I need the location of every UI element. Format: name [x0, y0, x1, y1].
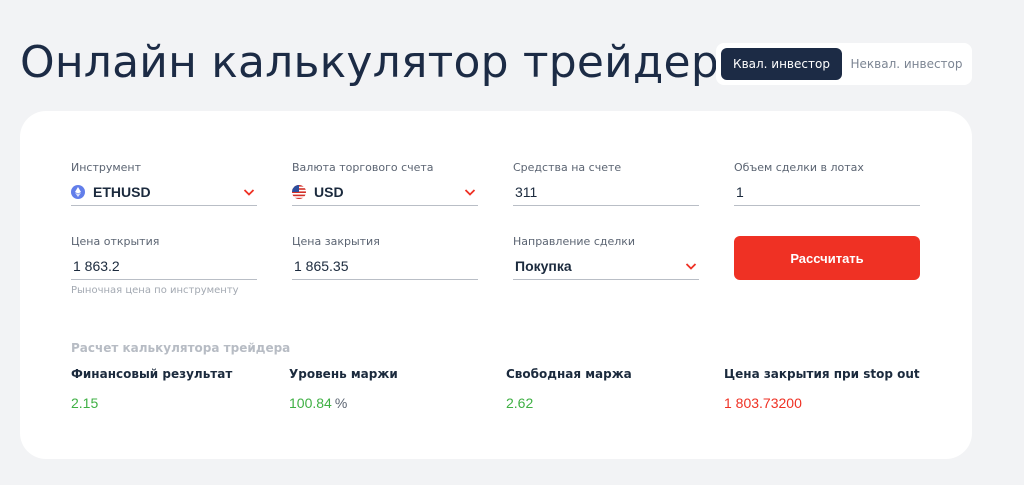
- margin-level-label: Уровень маржи: [289, 367, 398, 381]
- currency-value: USD: [314, 184, 344, 200]
- currency-label: Валюта торгового счета: [292, 161, 434, 174]
- stop-out-price-label: Цена закрытия при stop out: [724, 367, 920, 381]
- close-price-field: Цена закрытия: [292, 235, 478, 280]
- direction-label: Направление сделки: [513, 235, 636, 248]
- instrument-select[interactable]: ETHUSD: [71, 179, 257, 206]
- results-section-title: Расчет калькулятора трейдера: [71, 341, 291, 355]
- free-margin: Свободная маржа 2.62: [506, 367, 632, 411]
- direction-select[interactable]: Покупка: [513, 253, 699, 280]
- chevron-down-icon: [464, 189, 476, 196]
- financial-result-label: Финансовый результат: [71, 367, 233, 381]
- free-margin-value: 2.62: [506, 395, 534, 411]
- qualified-investor-tab[interactable]: Квал. инвестор: [721, 48, 842, 80]
- calculate-button[interactable]: Рассчитать: [734, 236, 920, 280]
- funds-input[interactable]: [513, 184, 699, 200]
- direction-value: Покупка: [515, 258, 572, 274]
- lots-label: Объем сделки в лотах: [734, 161, 864, 174]
- calculator-card: Инструмент ETHUSD Валюта торгового счета: [20, 111, 972, 459]
- financial-result-value: 2.15: [71, 395, 99, 411]
- open-price-hint: Рыночная цена по инструменту: [71, 285, 239, 296]
- margin-level: Уровень маржи 100.84%: [289, 367, 398, 411]
- margin-level-unit: %: [334, 395, 348, 411]
- free-margin-label: Свободная маржа: [506, 367, 632, 381]
- instrument-value: ETHUSD: [93, 184, 151, 200]
- us-flag-icon: [292, 185, 306, 199]
- page-title: Онлайн калькулятор трейдера: [20, 37, 747, 88]
- currency-field: Валюта торгового счета USD: [292, 161, 478, 206]
- instrument-label: Инструмент: [71, 161, 142, 174]
- funds-field: Средства на счете: [513, 161, 699, 206]
- open-price-input[interactable]: [71, 258, 257, 274]
- lots-field: Объем сделки в лотах: [734, 161, 920, 206]
- stop-out-price-value: 1 803.73200: [724, 395, 802, 411]
- chevron-down-icon: [685, 263, 697, 270]
- open-price-label: Цена открытия: [71, 235, 160, 248]
- direction-field: Направление сделки Покупка: [513, 235, 699, 280]
- financial-result: Финансовый результат 2.15: [71, 367, 232, 411]
- open-price-field: Цена открытия Рыночная цена по инструмен…: [71, 235, 257, 296]
- chevron-down-icon: [243, 189, 255, 196]
- close-price-label: Цена закрытия: [292, 235, 380, 248]
- currency-select[interactable]: USD: [292, 179, 478, 206]
- unqualified-investor-tab[interactable]: Неквал. инвестор: [846, 48, 967, 80]
- investor-type-toggle: Квал. инвестор Неквал. инвестор: [716, 43, 972, 85]
- lots-input[interactable]: [734, 184, 920, 200]
- ethereum-icon: [71, 185, 85, 199]
- page: Онлайн калькулятор трейдера Квал. инвест…: [0, 0, 1024, 485]
- close-price-input[interactable]: [292, 258, 478, 274]
- margin-level-value: 100.84: [289, 395, 332, 411]
- instrument-field: Инструмент ETHUSD: [71, 161, 257, 206]
- funds-label: Средства на счете: [513, 161, 622, 174]
- stop-out-price: Цена закрытия при stop out 1 803.73200: [724, 367, 920, 411]
